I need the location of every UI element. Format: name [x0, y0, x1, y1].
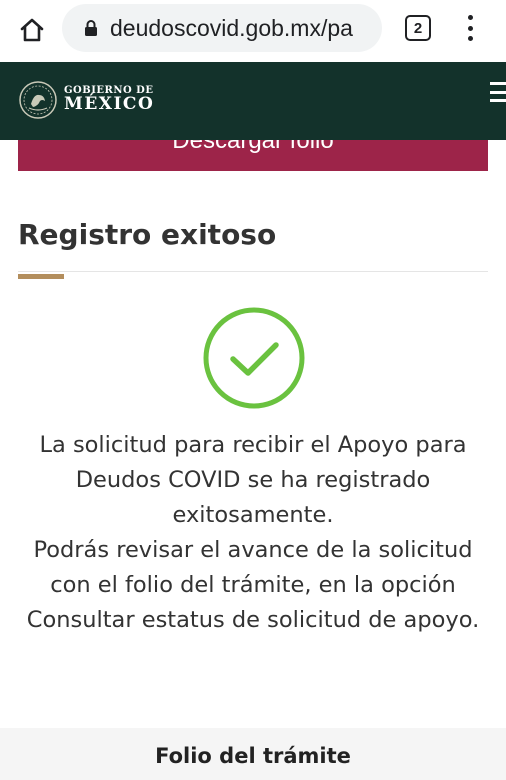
message-line-3: Consultar estatus de solicitud de apoyo.	[26, 607, 480, 633]
lock-icon	[84, 19, 98, 37]
download-folio-label: Descargar folio	[172, 126, 334, 154]
success-message: La solicitud para recibir el Apoyo para …	[10, 428, 496, 638]
message-line-2: Podrás revisar el avance de la solicitud…	[33, 537, 473, 598]
success-check-icon	[203, 307, 305, 409]
folio-label: Folio del trámite	[155, 744, 351, 768]
download-folio-button[interactable]: Descargar folio	[18, 118, 488, 171]
page-title: Registro exitoso	[18, 218, 277, 251]
overflow-menu-icon[interactable]	[458, 12, 482, 44]
hamburger-menu-icon[interactable]	[490, 82, 506, 102]
home-icon[interactable]	[14, 12, 50, 48]
url-text: deudoscovid.gob.mx/pa	[110, 14, 353, 41]
tab-switcher-button[interactable]: 2	[405, 15, 431, 41]
message-line-1: La solicitud para recibir el Apoyo para …	[39, 432, 467, 528]
title-divider	[18, 271, 488, 272]
browser-toolbar: deudoscovid.gob.mx/pa 2	[0, 0, 506, 62]
title-accent-bar	[18, 274, 64, 279]
gobierno-logo[interactable]: GOBIERNO DE MÉXICO	[18, 80, 154, 120]
folio-section-header: Folio del trámite	[0, 728, 506, 780]
national-seal-icon	[19, 81, 57, 119]
address-bar[interactable]: deudoscovid.gob.mx/pa	[62, 4, 382, 52]
logo-line-2: MÉXICO	[64, 94, 155, 115]
